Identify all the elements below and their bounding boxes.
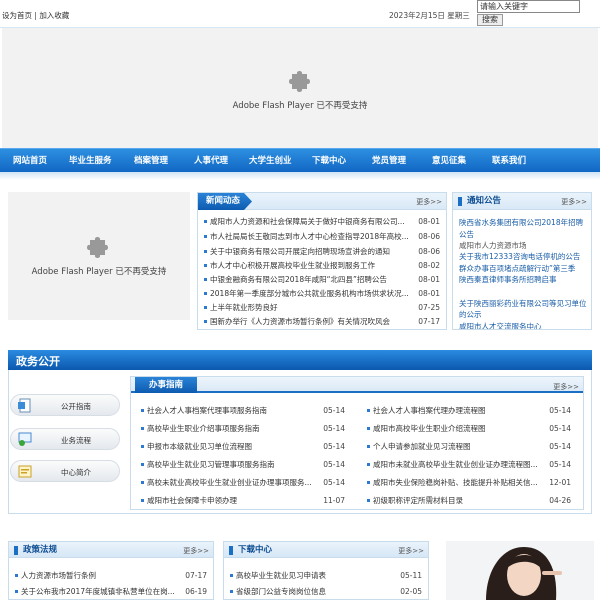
- flash-message: Adobe Flash Player 已不再受支持: [232, 101, 368, 111]
- notice-list: 陕西省水务集团有限公司2018年招聘公告 咸阳市人力资源市场 关于我市12333…: [459, 217, 587, 330]
- banner-flash-placeholder: Adobe Flash Player 已不再受支持: [2, 28, 598, 148]
- news-header: 新闻动态 更多>>: [198, 193, 446, 210]
- current-date: 2023年2月15日 星期三: [389, 11, 470, 20]
- service-guide-title: 办事指南: [135, 377, 197, 393]
- search-input[interactable]: [477, 0, 580, 13]
- promo-photo: [446, 541, 594, 600]
- nav-shadow: [0, 172, 600, 180]
- top-separator: |: [34, 11, 37, 20]
- nav-home[interactable]: 网站首页: [13, 149, 47, 173]
- policy-more-link[interactable]: 更多>>: [183, 546, 209, 556]
- download-header: 下载中心 更多>>: [224, 542, 428, 558]
- gov-section-title: 政务公开: [16, 355, 60, 368]
- main-nav: 网站首页 毕业生服务 档案管理 人事代理 大学生创业 下载中心 党员管理 意见征…: [0, 148, 600, 172]
- nav-download[interactable]: 下载中心: [312, 149, 346, 173]
- guide-item[interactable]: 初级职称评定所需材料目录 04-26: [367, 494, 571, 507]
- news-panel: 新闻动态 更多>> 咸阳市人力资源和社会保障局关于做好中银商务有限公司... 08…: [197, 192, 447, 330]
- news-item[interactable]: 市人才中心积极开展高校毕业生就业报到服务工作 08-02: [204, 259, 440, 272]
- guide-item[interactable]: 社会人才人事档案代理办理流程图 05-14: [367, 404, 571, 417]
- notice-item[interactable]: 咸阳市人力资源市场: [459, 240, 587, 251]
- service-guide-panel: 办事指南 更多>> 社会人才人事档案代理事项服务指南 05-14 高校毕业生职业介…: [130, 376, 584, 510]
- gov-section-header: 政务公开: [8, 350, 592, 370]
- notice-item[interactable]: 咸阳市人才交流服务中心: [459, 321, 587, 330]
- set-home-link[interactable]: 设为首页: [2, 11, 32, 20]
- news-item[interactable]: 咸阳市人力资源和社会保障局关于做好中银商务有限公司... 08-01: [204, 215, 440, 228]
- center-intro-button[interactable]: 中心简介: [10, 460, 120, 482]
- policy-panel: 政策法规 更多>> 人力资源市场暂行条例 07-17 关于公布我市2017年度城镇…: [8, 541, 214, 600]
- news-item[interactable]: 关于中银商务有限公司开展定向招聘现场宣讲会的通知 08-06: [204, 245, 440, 258]
- guide-item[interactable]: 咸阳市高校毕业生职业介绍流程图 05-14: [367, 422, 571, 435]
- guide-item[interactable]: 咸阳市社会保障卡申领办理 11-07: [141, 494, 345, 507]
- notice-item[interactable]: 群众办事百项堵点疏解行动”第三季: [459, 263, 587, 275]
- guide-item[interactable]: 高校未就业高校毕业生就业创业证办理事项服务... 05-14: [141, 476, 345, 489]
- download-panel: 下载中心 更多>> 高校毕业生就业见习申请表 05-11 省级部门公益专岗岗位信息…: [223, 541, 429, 600]
- news-item[interactable]: 市人社局局长王敬同志到市人才中心检查指导2018年高校... 08-06: [204, 230, 440, 243]
- nav-archive[interactable]: 档案管理: [134, 149, 168, 173]
- nav-party[interactable]: 党员管理: [372, 149, 406, 173]
- woman-photo-image: [446, 541, 594, 600]
- guide-item[interactable]: 个人申请参加就业见习流程图 05-14: [367, 440, 571, 453]
- workflow-button[interactable]: 业务流程: [10, 428, 120, 450]
- policy-title: 政策法规: [9, 542, 69, 558]
- download-more-link[interactable]: 更多>>: [398, 546, 424, 556]
- download-item[interactable]: 高校毕业生就业见习申请表 05-11: [230, 569, 422, 582]
- guide-item[interactable]: 申报市本级就业见习单位流程图 05-14: [141, 440, 345, 453]
- policy-item[interactable]: 关于公布我市2017年度城镇非私营单位在岗... 06-19: [15, 585, 207, 598]
- nav-startup[interactable]: 大学生创业: [249, 149, 292, 173]
- nav-personnel-agency[interactable]: 人事代理: [194, 149, 228, 173]
- flash-message: Adobe Flash Player 已不再受支持: [31, 267, 167, 277]
- notice-panel: 通知公告 更多>> 陕西省水务集团有限公司2018年招聘公告 咸阳市人力资源市场…: [452, 192, 592, 330]
- search-button[interactable]: 搜索: [477, 14, 503, 26]
- side-button-label: 中心简介: [61, 468, 91, 477]
- nav-graduate-service[interactable]: 毕业生服务: [69, 149, 112, 173]
- nav-contact[interactable]: 联系我们: [492, 149, 526, 173]
- guide-item[interactable]: 咸阳市未就业高校毕业生就业创业证办理流程图... 05-14: [367, 458, 571, 471]
- side-flash-placeholder: Adobe Flash Player 已不再受支持: [8, 192, 190, 320]
- nav-feedback[interactable]: 意见征集: [432, 149, 466, 173]
- guide-item[interactable]: 高校毕业生就业见习管理事项服务指南 05-14: [141, 458, 345, 471]
- notice-title: 通知公告: [453, 193, 513, 210]
- side-button-label: 业务流程: [61, 436, 91, 445]
- news-more-link[interactable]: 更多>>: [416, 197, 442, 207]
- service-guide-header: 办事指南 更多>>: [131, 377, 583, 393]
- news-item[interactable]: 上半年就业形势良好 07-25: [204, 301, 440, 314]
- download-item[interactable]: 省级部门公益专岗岗位信息 02-05: [230, 585, 422, 598]
- policy-header: 政策法规 更多>>: [9, 542, 213, 558]
- puzzle-plugin-icon: [289, 71, 310, 92]
- side-button-label: 公开指南: [61, 402, 91, 411]
- policy-item[interactable]: 人力资源市场暂行条例 07-17: [15, 569, 207, 582]
- guide-item[interactable]: 高校毕业生职业介绍事项服务指南 05-14: [141, 422, 345, 435]
- notice-item[interactable]: 关于我市12333咨询电话停机的公告: [459, 251, 587, 263]
- news-item[interactable]: 国新办举行《人力资源市场暂行条例》有关情况吹风会 07-17: [204, 315, 440, 328]
- news-item[interactable]: 中银金融商务有限公司2018年咸阳“北四县”招聘公告 08-01: [204, 273, 440, 286]
- top-links: 设为首页 | 加入收藏: [2, 10, 69, 21]
- notice-item[interactable]: 关于陕西丽彩药业有限公司等见习单位的公示: [459, 298, 587, 321]
- notice-header: 通知公告 更多>>: [453, 193, 591, 210]
- guide-item[interactable]: 社会人才人事档案代理事项服务指南 05-14: [141, 404, 345, 417]
- puzzle-plugin-icon: [87, 237, 108, 258]
- notice-item[interactable]: 陕西秦直律师事务所招聘启事: [459, 274, 587, 286]
- notice-item[interactable]: 陕西省水务集团有限公司2018年招聘公告: [459, 217, 587, 240]
- download-title: 下载中心: [224, 542, 284, 558]
- notice-more-link[interactable]: 更多>>: [561, 197, 587, 207]
- guide-more-link[interactable]: 更多>>: [553, 382, 579, 392]
- news-item[interactable]: 2018年第一季度部分城市公共就业服务机构市场供求状况... 08-01: [204, 287, 440, 300]
- disclosure-guide-button[interactable]: 公开指南: [10, 394, 120, 416]
- news-title: 新闻动态: [198, 193, 252, 210]
- guide-item[interactable]: 咸阳市失业保险稳岗补贴、技能提升补贴相关信... 12-01: [367, 476, 571, 489]
- add-favorite-link[interactable]: 加入收藏: [39, 11, 69, 20]
